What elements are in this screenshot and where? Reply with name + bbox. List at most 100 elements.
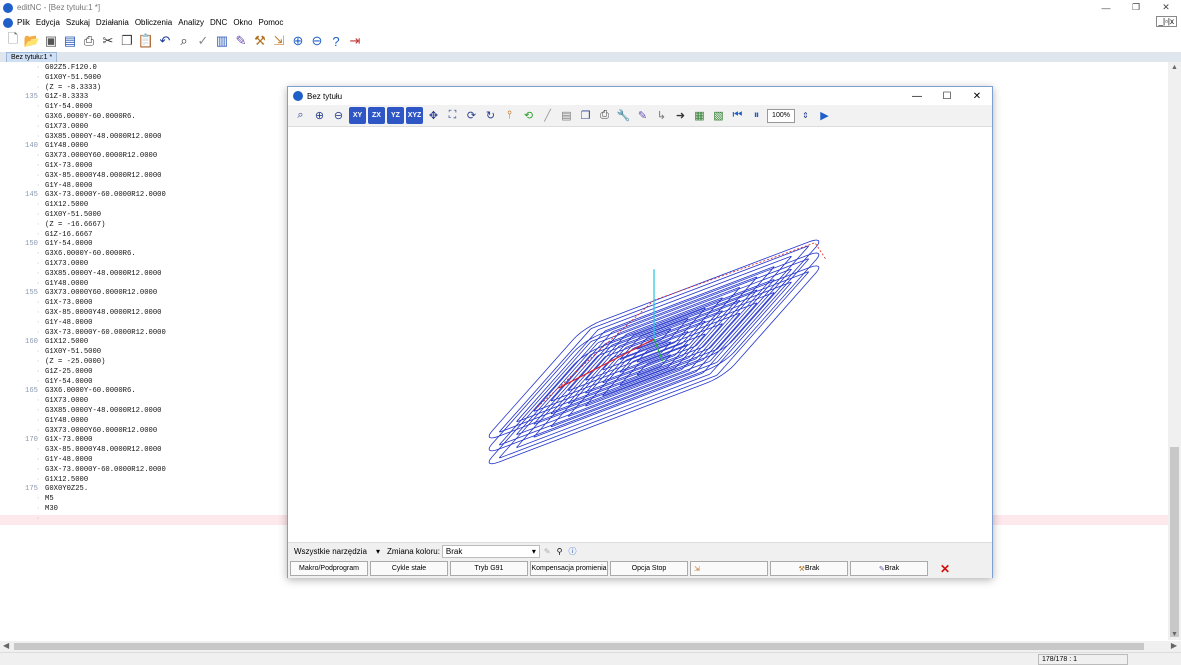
tool-brak-button-2[interactable]: ✎ Brak	[850, 561, 928, 576]
menu-plik[interactable]: Plik	[17, 18, 30, 27]
save-icon[interactable]: ▣	[42, 32, 60, 50]
restore-button[interactable]: ❐	[1121, 0, 1151, 15]
zoom-level-field[interactable]: 100%	[767, 108, 795, 123]
line-style-icon[interactable]: ╱	[539, 107, 556, 124]
rewind-icon[interactable]: ⏮	[729, 107, 746, 124]
tool-brak-button-1[interactable]: ⚒ Brak	[770, 561, 848, 576]
pan-icon[interactable]: ✥	[425, 107, 442, 124]
menu-analizy[interactable]: Analizy	[178, 18, 204, 27]
color-dropdown-value: Brak	[445, 546, 463, 556]
radius-compensation-button[interactable]: Kompensacja promienia	[530, 561, 608, 576]
tool-display-icon[interactable]: ⫯	[501, 107, 518, 124]
upload-icon[interactable]: ⊕	[289, 32, 307, 50]
close-red-icon[interactable]: ✕	[930, 561, 960, 576]
transfer-icon[interactable]: ⇲	[270, 32, 288, 50]
hscroll-thumb[interactable]	[14, 643, 1144, 650]
code-line[interactable]: · G1X0Y-51.5000	[0, 74, 1168, 84]
viewer-minimize-button[interactable]: —	[902, 87, 932, 105]
viewer-options-bar: Wszystkie narzędzia ▾ Zmiana koloru: Bra…	[288, 542, 992, 559]
close-button[interactable]: ✕	[1151, 0, 1181, 15]
code-text: M5	[45, 495, 54, 504]
code-text: G1X0Y-51.5000	[45, 348, 102, 357]
code-text: (Z = -25.0000)	[45, 358, 106, 366]
simulate-path-icon[interactable]: ✎	[634, 107, 651, 124]
g91-mode-button[interactable]: Tryb G91	[450, 561, 528, 576]
cut-icon[interactable]: ✂	[99, 32, 117, 50]
toolpath-viewer-window[interactable]: Bez tytułu — ☐ ✕ ⌕ ⊕ ⊖ XY ZX YZ XYZ ✥ ⛶ …	[287, 86, 993, 578]
play-icon[interactable]: ▶	[816, 107, 833, 124]
print-icon[interactable]: ⎙	[80, 32, 98, 50]
tab-bez-tytulu[interactable]: Bez tytułu:1 *	[6, 52, 58, 62]
code-text: G3X-85.0000Y48.0000R12.0000	[45, 171, 162, 180]
zoom-window-icon[interactable]: ⌕	[292, 107, 309, 124]
pencil-icon[interactable]: ✎	[544, 547, 551, 556]
view-xy-button[interactable]: XY	[349, 107, 366, 124]
menu-edycja[interactable]: Edycja	[36, 18, 60, 27]
menu-pomoc[interactable]: Pomoc	[258, 18, 283, 27]
color-dropdown[interactable]: Brak ▾	[441, 544, 540, 558]
tool-icon[interactable]: ⚒	[251, 32, 269, 50]
step-icon[interactable]: ➜	[672, 107, 689, 124]
paste-icon[interactable]: 📋	[137, 32, 155, 50]
menu-szukaj[interactable]: Szukaj	[66, 18, 90, 27]
scroll-down-icon[interactable]: ▼	[1171, 631, 1178, 638]
pause-icon[interactable]: ⏸	[748, 107, 765, 124]
rotate-view-icon[interactable]: ⟳	[463, 107, 480, 124]
exit-icon[interactable]: ⇥	[346, 32, 364, 50]
scroll-up-icon[interactable]: ▲	[1171, 64, 1178, 71]
save-as-icon[interactable]: ▤	[61, 32, 79, 50]
viewer-maximize-button[interactable]: ☐	[932, 87, 962, 105]
code-text: G1Y48.0000	[45, 279, 89, 288]
redraw-icon[interactable]: ⟲	[520, 107, 537, 124]
zoom-in-icon[interactable]: ⊕	[311, 107, 328, 124]
refresh-view-icon[interactable]: ↻	[482, 107, 499, 124]
macro-subprogram-button[interactable]: Makro/Podprogram	[290, 561, 368, 576]
code-line[interactable]: · G02Z5.F120.0	[0, 64, 1168, 74]
mdi-window-buttons[interactable]: _|▫|x	[1155, 16, 1177, 27]
zoom-spinner-icon[interactable]: ⇕	[797, 107, 814, 124]
viewer-close-button[interactable]: ✕	[962, 87, 992, 105]
undo-icon[interactable]: ↶	[156, 32, 174, 50]
download-icon[interactable]: ⊖	[308, 32, 326, 50]
optional-stop-button[interactable]: Opcja Stop	[610, 561, 688, 576]
find-icon[interactable]: ⌕	[175, 32, 193, 50]
open-folder-icon[interactable]: 📂	[23, 32, 41, 50]
tools-dropdown[interactable]: Wszystkie narzędzia ▾	[291, 545, 383, 558]
copy-icon[interactable]: ❐	[118, 32, 136, 50]
scroll-left-icon[interactable]: ◀	[3, 641, 9, 650]
tool-length-icon[interactable]: ⚲	[557, 547, 563, 556]
scroll-right-icon[interactable]: ▶	[1171, 641, 1177, 650]
m1-stop-icon[interactable]: ↳	[653, 107, 670, 124]
menu-dnc[interactable]: DNC	[210, 18, 227, 27]
toolpath-icon[interactable]: ▥	[213, 32, 231, 50]
tool-change-button[interactable]: ⇲	[690, 561, 768, 576]
view-zx-button[interactable]: ZX	[368, 107, 385, 124]
settings-icon[interactable]: 🔧	[615, 107, 632, 124]
menu-obliczenia[interactable]: Obliczenia	[135, 18, 172, 27]
line-marker: ·	[36, 348, 41, 357]
fit-view-icon[interactable]: ⛶	[444, 107, 461, 124]
export-icon[interactable]: ▦	[691, 107, 708, 124]
info-icon[interactable]: ⓘ	[568, 546, 576, 557]
view-yz-button[interactable]: YZ	[387, 107, 404, 124]
print-view-icon[interactable]: ⎙	[596, 107, 613, 124]
zoom-out-icon[interactable]: ⊖	[330, 107, 347, 124]
simulate-icon[interactable]: ✎	[232, 32, 250, 50]
copy-view-icon[interactable]: ❐	[577, 107, 594, 124]
check-icon[interactable]: ✓	[194, 32, 212, 50]
menu-okno[interactable]: Okno	[233, 18, 252, 27]
new-file-icon[interactable]: 🗋	[4, 31, 22, 50]
import-icon[interactable]: ▧	[710, 107, 727, 124]
menu-dzialania[interactable]: Działania	[96, 18, 129, 27]
layers-icon[interactable]: ▤	[558, 107, 575, 124]
help-icon[interactable]: ?	[327, 32, 345, 50]
line-marker: ·	[36, 318, 41, 327]
horizontal-scrollbar[interactable]: ◀ ▶	[0, 641, 1181, 652]
fixed-cycles-button[interactable]: Cykle stałe	[370, 561, 448, 576]
minimize-button[interactable]: —	[1091, 0, 1121, 15]
app-icon	[3, 2, 13, 13]
scroll-thumb[interactable]	[1170, 447, 1179, 637]
toolpath-canvas[interactable]	[288, 127, 992, 541]
view-xyz-button[interactable]: XYZ	[406, 107, 423, 124]
vertical-scrollbar[interactable]: ▲ ▼	[1168, 62, 1181, 640]
